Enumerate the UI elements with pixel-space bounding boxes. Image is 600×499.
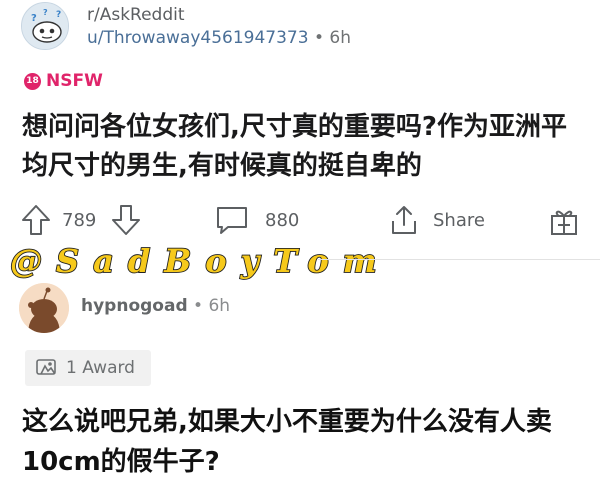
nsfw-tag: 18 NSFW	[24, 71, 103, 91]
watermark-sadboytom: @SadBoyTom	[9, 241, 391, 281]
meta-separator: •	[313, 28, 324, 48]
snoo-avatar-icon[interactable]	[19, 283, 69, 333]
section-divider	[318, 259, 600, 260]
subreddit-avatar-icon[interactable]: ? ? ?	[21, 2, 69, 50]
share-label: Share	[433, 209, 485, 231]
post-time: 6h	[329, 28, 351, 48]
nsfw-18-icon: 18	[24, 72, 41, 90]
svg-text:?: ?	[56, 10, 61, 20]
meta-separator: •	[193, 296, 204, 316]
comment-count: 880	[265, 209, 300, 231]
post-meta: u/Throwaway4561947373 • 6h	[87, 28, 351, 48]
svg-text:?: ?	[31, 13, 37, 24]
award-icon	[35, 357, 59, 379]
svg-text:@SadBoyTom: @SadBoyTom	[10, 242, 391, 280]
award-chip[interactable]: 1 Award	[25, 350, 151, 386]
svg-text:?: ?	[43, 8, 48, 17]
post-username[interactable]: u/Throwaway4561947373	[87, 28, 309, 48]
post-title[interactable]: 想问问各位女孩们,尺寸真的重要吗?作为亚洲平均尺寸的男生,有时候真的挺自卑的	[22, 108, 582, 186]
comment-time: 6h	[208, 296, 231, 316]
subreddit-name[interactable]: r/AskReddit	[87, 5, 185, 25]
comment-body: 这么说吧兄弟,如果大小不重要为什么没有人卖10cm的假牛子?	[22, 407, 552, 477]
nsfw-label: NSFW	[46, 71, 103, 91]
comment-author[interactable]: hypnogoad	[81, 296, 188, 316]
upvote-count: 789	[62, 209, 97, 231]
award-label: 1 Award	[66, 358, 135, 378]
comment-meta: hypnogoad • 6h	[81, 296, 230, 316]
